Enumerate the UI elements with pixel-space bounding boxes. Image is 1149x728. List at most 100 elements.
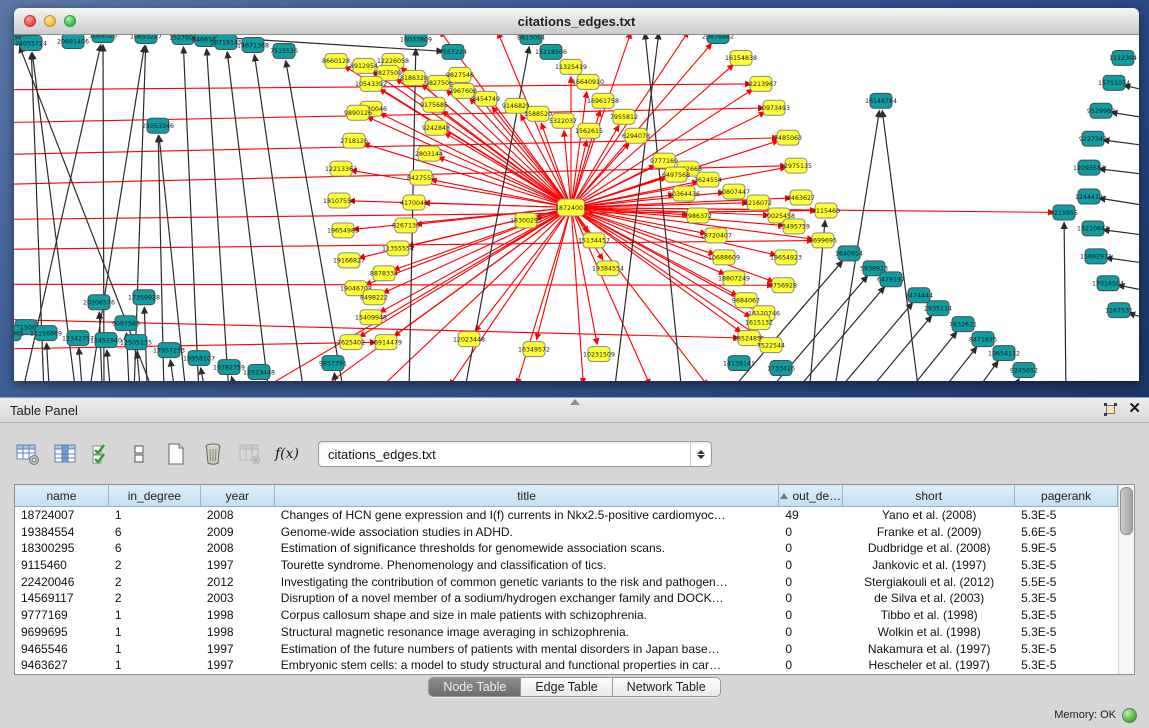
graph-node[interactable]: 12093582 [1073,160,1105,175]
graph-node[interactable]: 19654923 [770,250,802,265]
graph-node[interactable]: 10807447 [718,184,750,199]
row-height-button[interactable] [125,440,153,468]
column-header-short[interactable]: short [843,485,1015,506]
graph-node[interactable]: 1167531 [1105,303,1133,318]
graph-node[interactable]: 16914479 [370,335,402,350]
graph-node[interactable]: 16033809 [400,35,432,46]
graph-node[interactable]: 1562615 [575,123,603,138]
table-cell[interactable]: Wolkin et al. (1998) [843,624,1015,641]
graph-node[interactable]: 3624554 [694,172,722,187]
graph-hub-node[interactable]: 18724007 [555,199,587,216]
table-cell[interactable]: Estimation of significance thresholds fo… [275,540,780,557]
network-canvas[interactable]: 2309876240557242069140610693261065328715… [14,35,1139,381]
graph-node[interactable]: 16958107 [183,351,215,366]
table-cell[interactable]: 5.3E-5 [1015,607,1118,624]
table-vertical-scrollbar[interactable] [1118,485,1134,674]
graph-node[interactable]: 12023448 [453,332,485,347]
table-cell[interactable]: 5.3E-5 [1015,590,1118,607]
table-cell[interactable]: Estimation of the future numbers of pati… [275,641,780,658]
column-header-out-de-[interactable]: out_de… [779,485,843,506]
graph-node[interactable]: 19166827 [333,253,365,268]
graph-node[interactable]: 7557224 [439,44,467,59]
tab-node-table[interactable]: Node Table [429,678,521,696]
table-cell[interactable]: 1 [109,507,201,524]
graph-node[interactable]: 15751074 [1098,75,1130,90]
table-cell[interactable]: 9699695 [15,624,109,641]
column-header-pagerank[interactable]: pagerank [1015,485,1118,506]
graph-node[interactable]: 11451940 [90,333,122,348]
function-builder-button[interactable]: f(x) [273,440,301,468]
graph-node[interactable]: 20206576 [83,295,115,310]
column-header-title[interactable]: title [275,485,780,506]
close-panel-button[interactable]: ✕ [1128,400,1141,418]
graph-node[interactable]: 8471676 [969,332,997,347]
graph-node[interactable]: 9699695 [809,233,837,248]
graph-node[interactable]: 12923448 [243,365,275,380]
graph-node[interactable]: 8660128 [322,53,350,68]
table-cell[interactable]: 49 [779,507,843,524]
graph-node[interactable]: 8498222 [360,290,388,305]
table-cell[interactable]: 5.9E-5 [1015,540,1118,557]
graph-node[interactable]: 19384554 [592,261,624,276]
table-cell[interactable]: 1998 [201,624,275,641]
graph-node[interactable]: 8186328 [400,70,428,85]
table-row[interactable]: 969969511998Structural magnetic resonanc… [15,624,1118,641]
graph-node[interactable]: 9474444 [905,288,933,303]
table-cell[interactable]: 0 [779,657,843,674]
table-cell[interactable]: Franke et al. (2009) [843,524,1015,541]
graph-node[interactable]: 1244412 [1075,189,1103,204]
graph-node[interactable]: 8216072 [744,195,772,210]
graph-node[interactable]: 8813054 [517,35,545,44]
table-cell[interactable]: 5.3E-5 [1015,624,1118,641]
table-cell[interactable]: Embryonic stem cells: a model to study s… [275,657,780,674]
graph-node[interactable]: 9097588 [112,316,140,331]
graph-node[interactable]: 9175685 [420,97,448,112]
float-panel-button[interactable] [1103,402,1118,417]
table-cell[interactable]: Tourette syndrome. Phenomenology and cla… [275,557,780,574]
table-cell[interactable]: 1997 [201,657,275,674]
table-cell[interactable]: 2 [109,557,201,574]
table-selector-combobox[interactable]: citations_edges.txt [318,441,712,467]
graph-node[interactable]: 16349572 [518,342,550,357]
graph-node[interactable]: 8215955 [1050,205,1078,220]
table-row[interactable]: 946362711997Embryonic stem cells: a mode… [15,657,1118,674]
graph-node[interactable]: 8878334 [370,266,398,281]
graph-node[interactable]: 6497568 [662,167,690,182]
minimize-window-button[interactable] [44,15,56,27]
table-cell[interactable]: 0 [779,607,843,624]
table-row[interactable]: 1872400712008Changes of HCN gene express… [15,507,1118,524]
table-cell[interactable]: Dudbridge et al. (2008) [843,540,1015,557]
graph-node[interactable]: 21053346 [142,118,174,133]
graph-node[interactable]: 11355554 [382,241,414,256]
table-cell[interactable]: 9465546 [15,641,109,658]
table-cell[interactable]: Nakamura et al. (1997) [843,641,1015,658]
graph-node[interactable]: 20876882 [702,35,734,43]
table-cell[interactable]: 2008 [201,507,275,524]
graph-node[interactable]: 12213363 [325,161,357,176]
graph-node[interactable]: 12505135 [120,335,152,350]
graph-node[interactable]: 4170046 [400,195,428,210]
graph-node[interactable]: 7955812 [610,109,638,124]
table-cell[interactable]: 22420046 [15,574,109,591]
graph-node[interactable]: 19654983 [327,223,359,238]
graph-node[interactable]: 9242848 [422,120,450,135]
column-header-in-degree[interactable]: in_degree [109,485,201,506]
graph-node[interactable]: 8267130 [392,218,420,233]
table-cell[interactable]: 6 [109,524,201,541]
graph-node[interactable]: 10231509 [583,347,615,362]
table-cell[interactable]: 2 [109,574,201,591]
table-cell[interactable]: de Silva et al. (2003) [843,590,1015,607]
table-cell[interactable]: 1997 [201,641,275,658]
graph-node[interactable]: 9245652 [1010,363,1038,378]
table-cell[interactable]: 6 [109,540,201,557]
table-cell[interactable]: 2003 [201,590,275,607]
table-cell[interactable]: 5.3E-5 [1015,557,1118,574]
table-cell[interactable]: 1 [109,607,201,624]
graph-node[interactable]: 8427552 [407,170,435,185]
table-cell[interactable]: 5.3E-5 [1015,641,1118,658]
table-cell[interactable]: 18300295 [15,540,109,557]
show-columns-button[interactable] [51,440,79,468]
graph-node[interactable]: 16154838 [725,50,757,65]
table-cell[interactable]: Genome-wide association studies in ADHD. [275,524,780,541]
graph-node[interactable]: 6479197 [877,272,905,287]
